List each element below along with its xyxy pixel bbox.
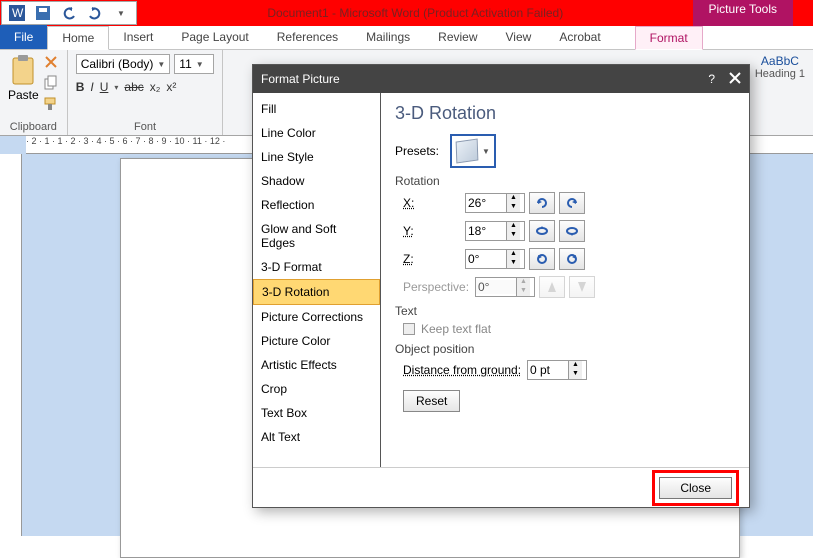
- z-rotation-input[interactable]: ▲▼: [465, 249, 525, 269]
- dialog-main: 3-D Rotation Presets: ▼ Rotation X: ▲▼ Y…: [381, 93, 749, 467]
- rotate-x-right-icon[interactable]: [559, 192, 585, 214]
- rotate-z-ccw-icon[interactable]: [529, 248, 555, 270]
- vertical-ruler[interactable]: [0, 154, 22, 536]
- tab-file[interactable]: File: [0, 25, 47, 49]
- group-clipboard: Paste Clipboard: [0, 50, 68, 135]
- nav-reflection[interactable]: Reflection: [253, 193, 380, 217]
- nav-3d-rotation[interactable]: 3-D Rotation: [253, 279, 380, 305]
- object-position-section-label: Object position: [395, 342, 735, 356]
- nav-fill[interactable]: Fill: [253, 97, 380, 121]
- rotation-section-label: Rotation: [395, 174, 735, 188]
- superscript-button[interactable]: x²: [166, 80, 176, 94]
- distance-input[interactable]: ▲▼: [527, 360, 587, 380]
- perspective-wide-icon: [569, 276, 595, 298]
- keep-text-flat-checkbox: Keep text flat: [403, 322, 735, 336]
- italic-button[interactable]: I: [90, 80, 93, 94]
- perspective-narrow-icon: [539, 276, 565, 298]
- quick-access-toolbar: W ▼: [1, 1, 137, 25]
- picture-tools-label: Picture Tools: [693, 0, 793, 26]
- nav-artistic-effects[interactable]: Artistic Effects: [253, 353, 380, 377]
- word-icon: W: [6, 3, 28, 23]
- paste-button[interactable]: Paste: [8, 54, 39, 115]
- checkbox-icon: [403, 323, 415, 335]
- qat-dropdown-icon[interactable]: ▼: [110, 3, 132, 23]
- format-picture-dialog: Format Picture ? Fill Line Color Line St…: [252, 64, 750, 508]
- tab-acrobat[interactable]: Acrobat: [545, 25, 614, 49]
- rotate-x-left-icon[interactable]: [529, 192, 555, 214]
- bold-button[interactable]: B: [76, 80, 85, 94]
- tab-format[interactable]: Format: [635, 26, 703, 50]
- nav-text-box[interactable]: Text Box: [253, 401, 380, 425]
- help-icon[interactable]: ?: [708, 72, 715, 86]
- close-button[interactable]: Close: [659, 477, 732, 499]
- text-section-label: Text: [395, 304, 735, 318]
- undo-icon[interactable]: [58, 3, 80, 23]
- font-group-label: Font: [134, 119, 156, 133]
- paste-label: Paste: [8, 88, 39, 102]
- dialog-nav: Fill Line Color Line Style Shadow Reflec…: [253, 93, 381, 467]
- tab-mailings[interactable]: Mailings: [352, 25, 424, 49]
- nav-shadow[interactable]: Shadow: [253, 169, 380, 193]
- y-label: Y:: [403, 224, 465, 238]
- font-name-select[interactable]: Calibri (Body)▼: [76, 54, 171, 74]
- ribbon-tabs: File Home Insert Page Layout References …: [0, 26, 813, 50]
- tab-references[interactable]: References: [263, 25, 352, 49]
- nav-line-style[interactable]: Line Style: [253, 145, 380, 169]
- presets-label: Presets:: [395, 144, 450, 158]
- copy-icon[interactable]: [43, 75, 59, 94]
- close-icon[interactable]: [729, 72, 741, 87]
- presets-dropdown[interactable]: ▼: [450, 134, 496, 168]
- reset-button[interactable]: Reset: [403, 390, 460, 412]
- tab-review[interactable]: Review: [424, 25, 491, 49]
- tab-insert[interactable]: Insert: [109, 25, 167, 49]
- nav-glow-soft-edges[interactable]: Glow and Soft Edges: [253, 217, 380, 255]
- group-styles: AaBbC Heading 1: [747, 50, 813, 135]
- x-label: X:: [403, 196, 465, 210]
- tab-view[interactable]: View: [492, 25, 546, 49]
- nav-picture-color[interactable]: Picture Color: [253, 329, 380, 353]
- y-rotation-input[interactable]: ▲▼: [465, 221, 525, 241]
- distance-label: Distance from ground:: [403, 363, 527, 377]
- nav-alt-text[interactable]: Alt Text: [253, 425, 380, 449]
- redo-icon[interactable]: [84, 3, 106, 23]
- close-highlight: Close: [652, 470, 739, 506]
- dialog-titlebar[interactable]: Format Picture ?: [253, 65, 749, 93]
- dialog-heading: 3-D Rotation: [395, 103, 735, 124]
- nav-picture-corrections[interactable]: Picture Corrections: [253, 305, 380, 329]
- format-painter-icon[interactable]: [43, 96, 59, 115]
- clipboard-group-label: Clipboard: [10, 119, 57, 133]
- x-rotation-input[interactable]: ▲▼: [465, 193, 525, 213]
- cut-icon[interactable]: [43, 54, 59, 73]
- rotate-y-down-icon[interactable]: [559, 220, 585, 242]
- style-heading1[interactable]: AaBbC Heading 1: [755, 54, 805, 80]
- rotate-z-cw-icon[interactable]: [559, 248, 585, 270]
- z-label: Z:: [403, 252, 465, 266]
- window-title: Document1 - Microsoft Word (Product Acti…: [138, 0, 693, 26]
- subscript-button[interactable]: x₂: [150, 80, 161, 94]
- tab-page-layout[interactable]: Page Layout: [167, 25, 262, 49]
- perspective-input: ▲▼: [475, 277, 535, 297]
- dialog-footer: Close: [253, 467, 749, 507]
- strikethrough-button[interactable]: abc: [124, 80, 143, 94]
- save-icon[interactable]: [32, 3, 54, 23]
- perspective-label: Perspective:: [403, 280, 475, 294]
- svg-text:W: W: [12, 6, 24, 20]
- group-font: Calibri (Body)▼ 11▼ B I U▾ abc x₂ x² Fon…: [68, 50, 224, 135]
- font-size-select[interactable]: 11▼: [174, 54, 214, 74]
- nav-crop[interactable]: Crop: [253, 377, 380, 401]
- nav-line-color[interactable]: Line Color: [253, 121, 380, 145]
- tab-home[interactable]: Home: [47, 26, 109, 50]
- rotate-y-up-icon[interactable]: [529, 220, 555, 242]
- nav-3d-format[interactable]: 3-D Format: [253, 255, 380, 279]
- underline-button[interactable]: U: [100, 80, 109, 94]
- dialog-title: Format Picture: [261, 72, 340, 86]
